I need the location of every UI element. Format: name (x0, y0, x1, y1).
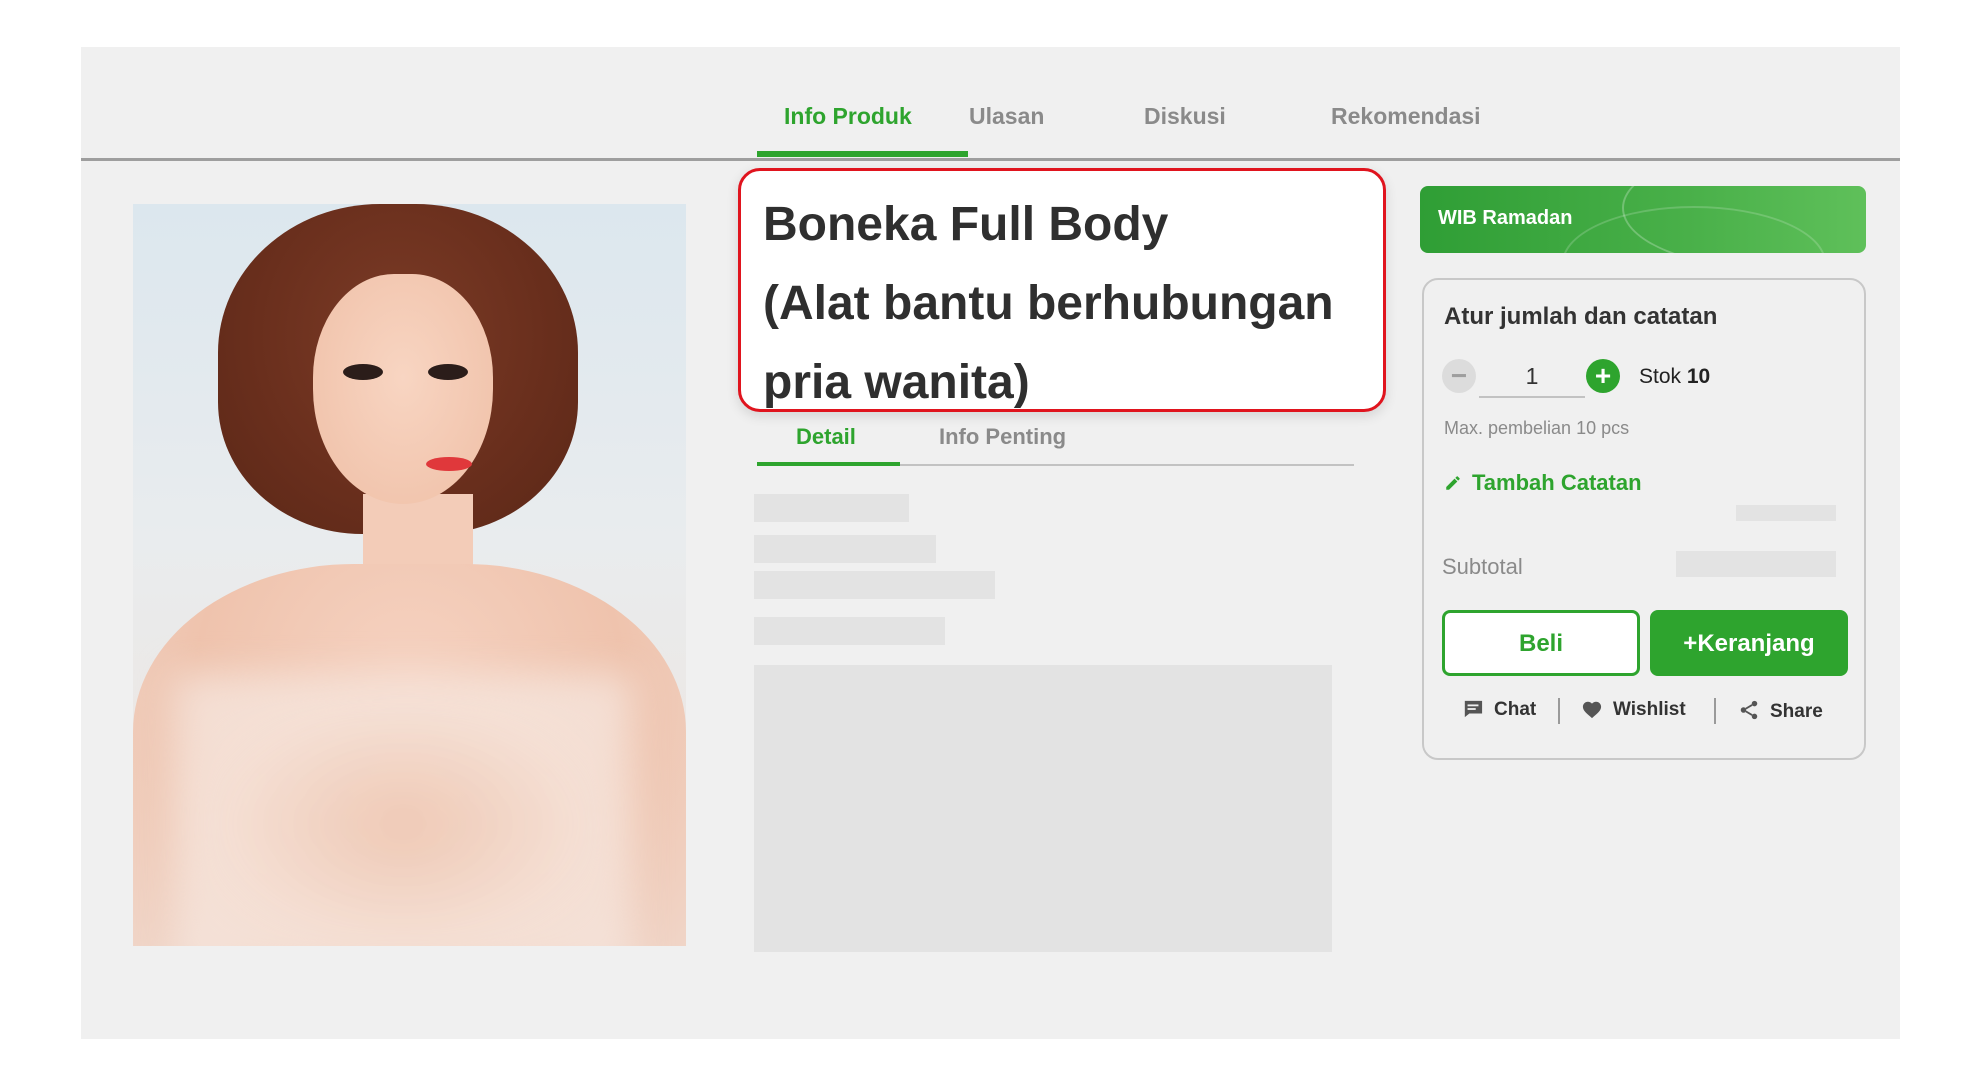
buy-button[interactable]: Beli (1442, 610, 1640, 676)
max-purchase-note: Max. pembelian 10 pcs (1444, 418, 1630, 438)
image-eye-right (428, 364, 468, 380)
divider (1558, 698, 1560, 724)
share-label: Share (1770, 701, 1823, 722)
skeleton-block (754, 665, 1332, 952)
chat-label: Chat (1494, 699, 1537, 720)
skeleton-line (754, 617, 945, 645)
product-title-highlight: Boneka Full Body (Alat bantu berhubungan… (738, 168, 1386, 412)
pencil-icon (1446, 476, 1460, 490)
heart-icon (1582, 701, 1602, 719)
add-note-link[interactable]: Tambah Catatan (1444, 470, 1642, 496)
tab-diskusi[interactable]: Diskusi (1144, 103, 1226, 130)
detail-tabs: Detail Info Penting (757, 422, 1354, 466)
product-page: Info Produk Ulasan Diskusi Rekomendasi B… (81, 47, 1900, 1039)
stock-info: Stok 10 (1639, 365, 1710, 389)
purchase-card: Atur jumlah dan catatan − + Stok 10 Max.… (1422, 278, 1866, 760)
skeleton-line (754, 494, 909, 522)
product-tabs: Info Produk Ulasan Diskusi Rekomendasi (81, 47, 1900, 161)
image-censor-blur (173, 674, 633, 946)
decrease-quantity-button[interactable]: − (1442, 359, 1476, 393)
increase-quantity-button[interactable]: + (1586, 359, 1620, 393)
active-tab-indicator (757, 151, 968, 157)
stock-value: 10 (1686, 365, 1711, 388)
promo-label: WIB Ramadan (1438, 207, 1573, 229)
chat-button[interactable]: Chat (1462, 699, 1536, 721)
skeleton-line (754, 535, 936, 563)
image-face (313, 274, 493, 504)
divider (1714, 698, 1716, 724)
skeleton-price (1736, 505, 1836, 521)
share-icon (1740, 700, 1758, 720)
detail-tab-indicator (757, 462, 900, 466)
wishlist-label: Wishlist (1613, 699, 1686, 720)
chat-icon (1463, 700, 1483, 718)
product-actions: Chat Wishlist Share (1424, 698, 1864, 729)
skeleton-line (754, 571, 995, 599)
product-image[interactable] (133, 204, 686, 946)
product-title-line-3: pria wanita) (763, 356, 1030, 409)
image-eye-left (343, 364, 383, 380)
purchase-title: Atur jumlah dan catatan (1444, 303, 1718, 330)
quantity-input[interactable] (1479, 356, 1585, 398)
product-title: Boneka Full Body (Alat bantu berhubungan… (763, 185, 1373, 422)
product-title-line-1: Boneka Full Body (763, 198, 1169, 251)
tab-rekomendasi[interactable]: Rekomendasi (1331, 103, 1481, 130)
wishlist-button[interactable]: Wishlist (1581, 699, 1686, 721)
image-lips (426, 457, 472, 471)
stock-label: Stok (1639, 365, 1682, 388)
tab-detail[interactable]: Detail (796, 424, 856, 450)
skeleton-subtotal (1676, 551, 1836, 577)
tab-info-produk[interactable]: Info Produk (784, 103, 912, 130)
subtotal-label: Subtotal (1442, 554, 1523, 579)
product-title-line-2: (Alat bantu berhubungan (763, 277, 1334, 330)
promo-banner[interactable]: WIB Ramadan (1420, 186, 1866, 253)
tab-ulasan[interactable]: Ulasan (969, 103, 1044, 130)
add-note-label: Tambah Catatan (1472, 470, 1642, 495)
add-to-cart-button[interactable]: +Keranjang (1650, 610, 1848, 676)
share-button[interactable]: Share (1738, 699, 1823, 723)
tab-info-penting[interactable]: Info Penting (939, 424, 1066, 450)
